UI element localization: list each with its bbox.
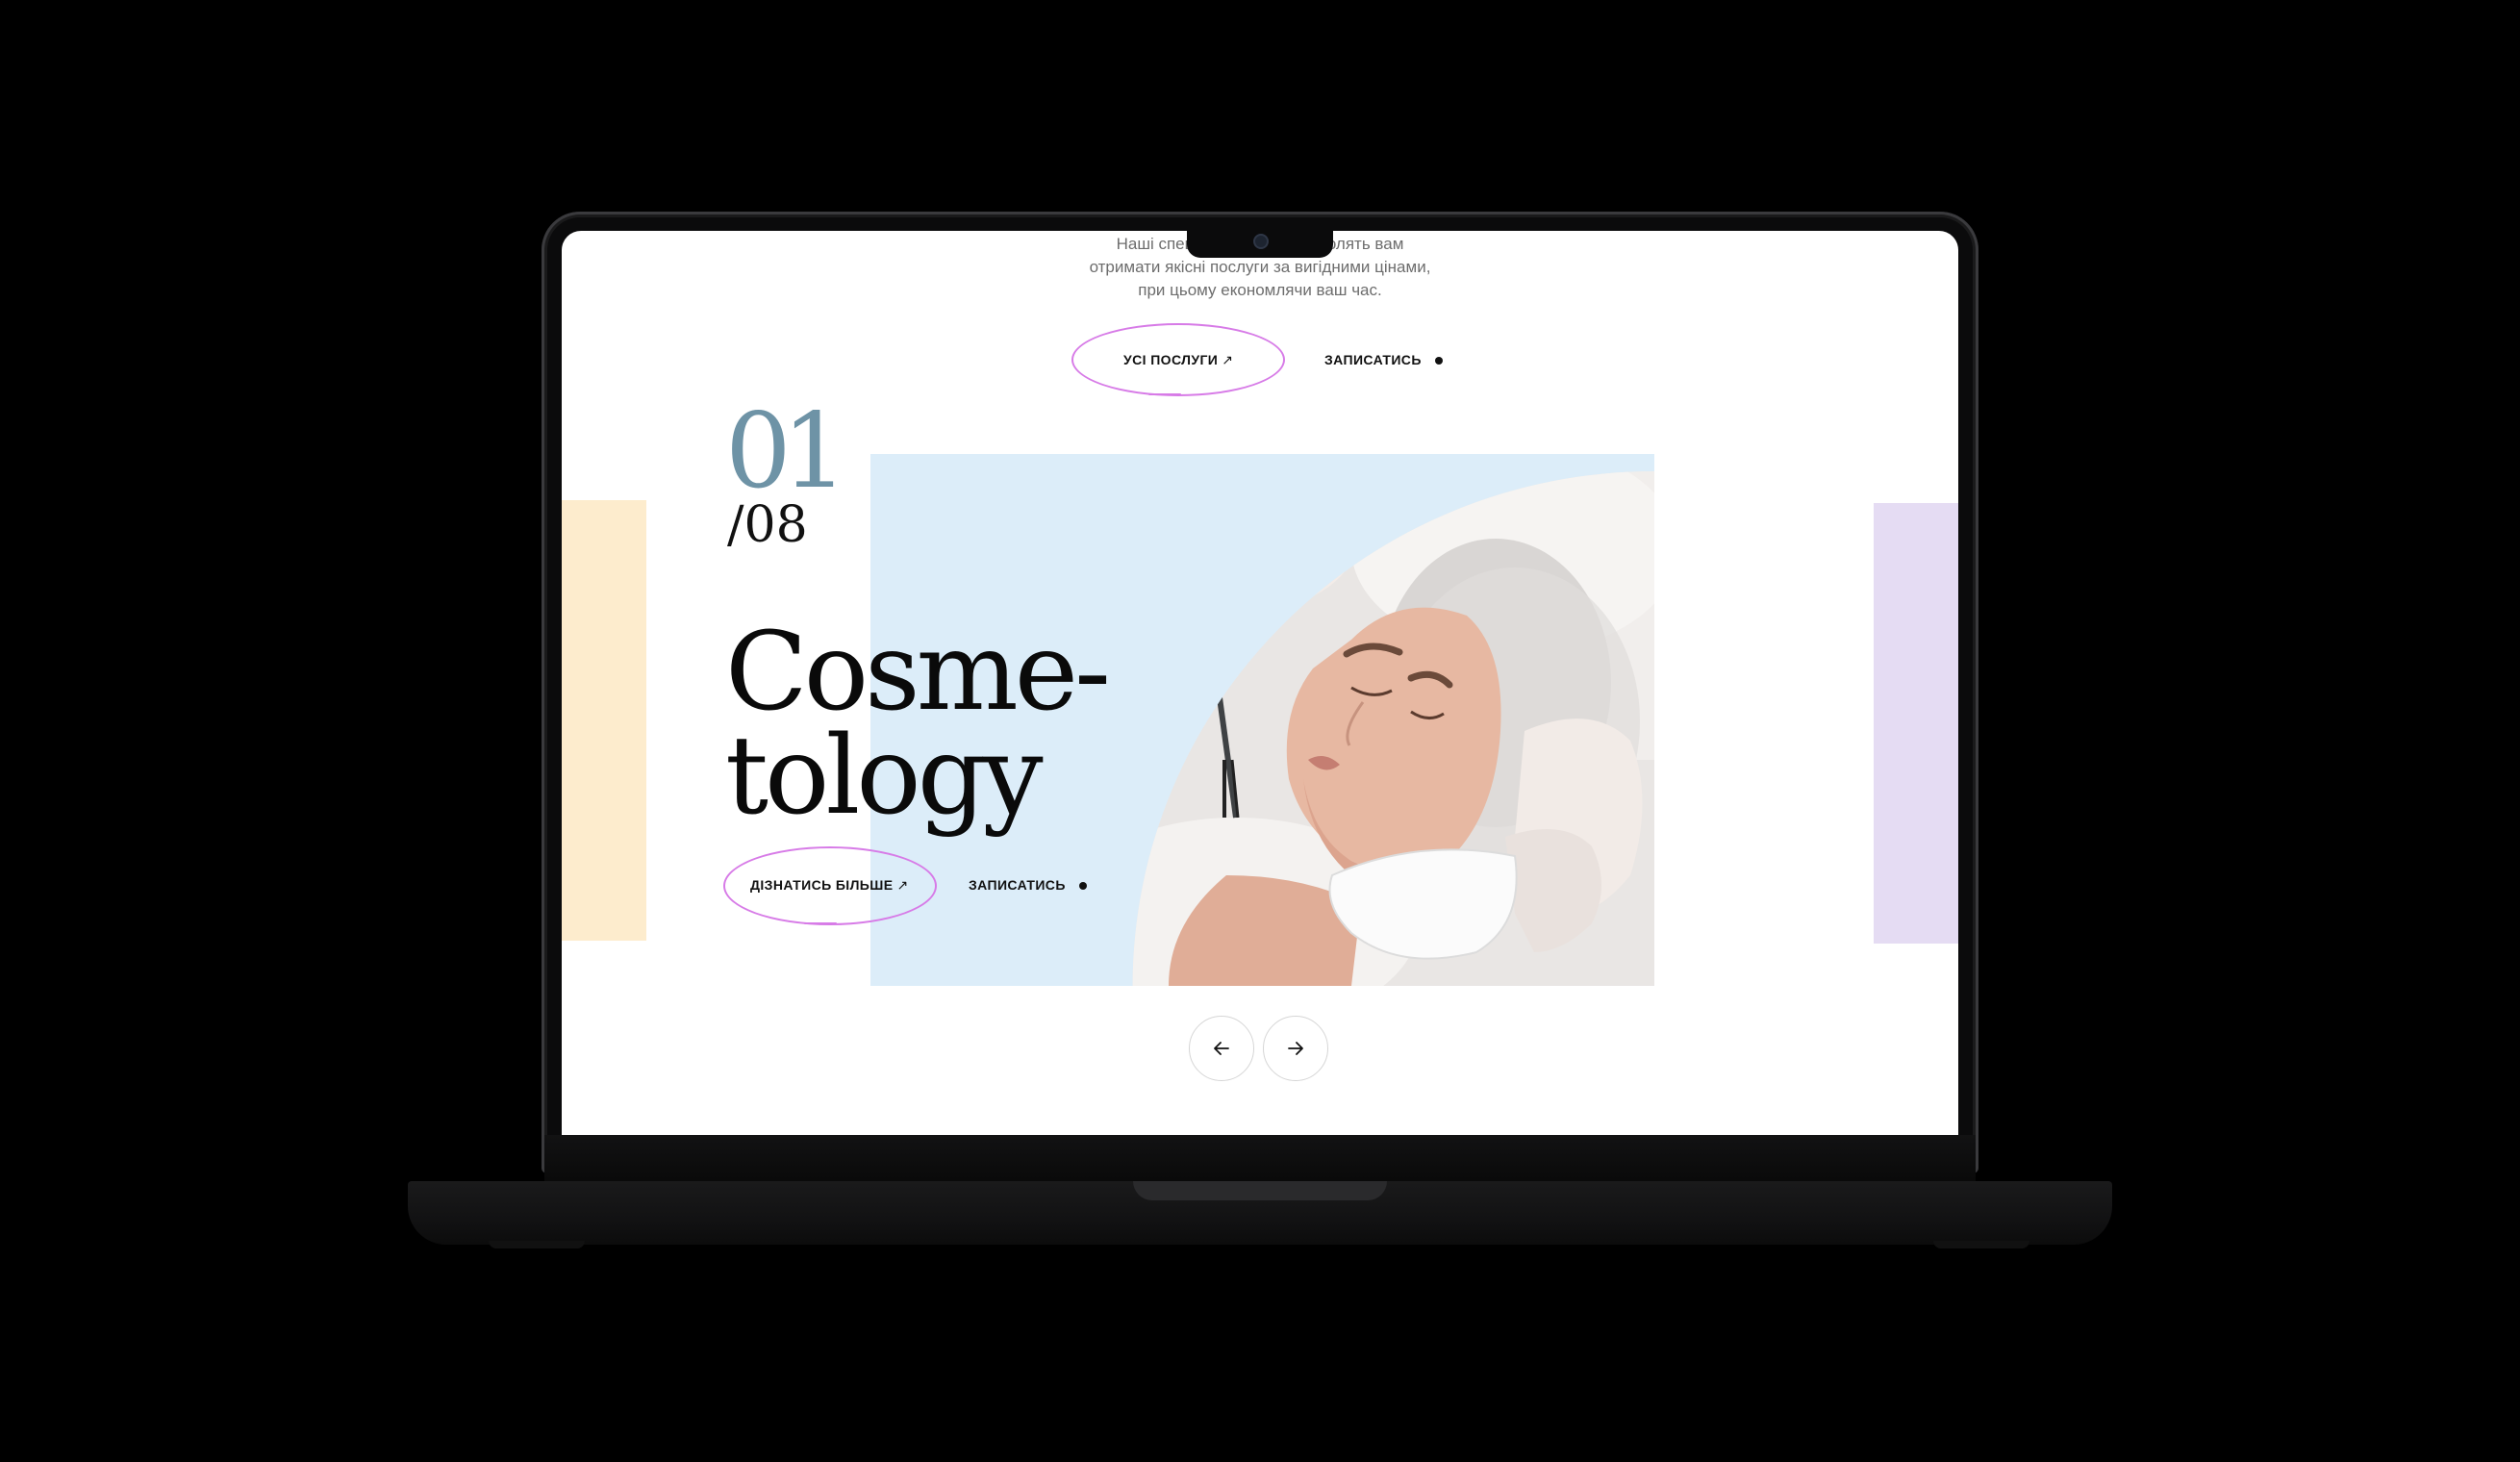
cosmetology-photo-illustration	[1132, 471, 1654, 986]
book-button[interactable]: ЗАПИСАТИСЬ	[1324, 352, 1443, 367]
slide-current-number: 01	[725, 391, 847, 512]
dot-icon	[1078, 882, 1087, 891]
laptop-foot	[1933, 1241, 2029, 1248]
dot-icon	[1434, 357, 1443, 366]
slider-next-button[interactable]	[1263, 1016, 1328, 1081]
slide-total-number: /08	[727, 496, 808, 554]
all-services-button[interactable]: УСІ ПОСЛУГИ ↗	[1123, 352, 1233, 368]
slide-title: Cosme- tology	[725, 610, 1111, 839]
camera-icon	[1253, 234, 1269, 249]
slide-photo	[1132, 471, 1654, 986]
learn-more-button[interactable]: ДІЗНАТИСЬ БІЛЬШЕ ↗	[750, 877, 909, 894]
learn-more-label: ДІЗНАТИСЬ БІЛЬШЕ	[750, 877, 894, 893]
intro-line: при цьому економлячи ваш час.	[1138, 281, 1382, 299]
slider-prev-button[interactable]	[1189, 1016, 1254, 1081]
slide-title-line: tology	[725, 714, 1044, 839]
highlight-tail	[1148, 393, 1181, 395]
arrow-up-right-icon: ↗	[896, 877, 909, 893]
prev-slide-panel[interactable]	[562, 500, 646, 941]
all-services-label: УСІ ПОСЛУГИ	[1123, 352, 1219, 367]
book-label: ЗАПИСАТИСЬ	[1324, 352, 1422, 367]
slide-title-line: Cosme-	[725, 610, 1111, 735]
laptop-foot	[489, 1241, 585, 1248]
arrow-up-right-icon: ↗	[1222, 352, 1234, 367]
slide-book-button[interactable]: ЗАПИСАТИСЬ	[969, 877, 1087, 893]
intro-line: отримати якісні послуги за вигідними цін…	[1089, 258, 1431, 276]
highlight-tail	[804, 922, 837, 924]
arrow-right-icon	[1288, 1042, 1303, 1055]
laptop-hinge	[544, 1135, 1976, 1181]
browser-viewport: Наші спеці зволять вам отримати якісні п…	[562, 231, 1958, 1135]
slide-book-label: ЗАПИСАТИСЬ	[969, 877, 1066, 893]
next-slide-panel[interactable]	[1874, 503, 1958, 944]
arrow-left-icon	[1214, 1042, 1229, 1055]
laptop-opening-notch	[1133, 1181, 1387, 1200]
